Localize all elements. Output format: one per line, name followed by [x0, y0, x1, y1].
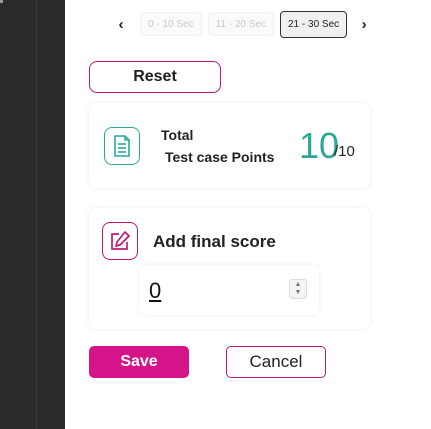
total-score-max: /10: [334, 143, 355, 160]
save-button[interactable]: Save: [89, 346, 189, 378]
prev-arrow-icon[interactable]: ‹: [110, 12, 132, 36]
time-filter-bar: ‹ 0 - 10 Sec 11 - 20 Sec 21 - 30 Sec ›: [110, 10, 375, 38]
segment-11-20-sec[interactable]: 11 - 20 Sec: [207, 12, 274, 36]
add-final-score-label: Add final score: [153, 232, 276, 251]
sidebar-corner-mark: [0, 0, 3, 3]
total-points-card: Total Test case Points 10 /10: [89, 103, 370, 188]
edit-icon: [102, 222, 138, 260]
document-icon: [104, 127, 140, 165]
reset-button[interactable]: Reset: [89, 61, 221, 93]
segment-0-10-sec[interactable]: 0 - 10 Sec: [140, 12, 202, 36]
stepper-down-icon[interactable]: ▼: [295, 289, 302, 297]
cancel-button[interactable]: Cancel: [226, 346, 326, 378]
next-arrow-icon[interactable]: ›: [353, 12, 375, 36]
sidebar: [0, 0, 65, 429]
segment-21-30-sec[interactable]: 21 - 30 Sec: [280, 10, 348, 38]
final-score-input[interactable]: [149, 277, 279, 305]
final-score-input-container: ▲ ▼: [139, 265, 319, 315]
test-case-points-label: Test case Points: [165, 149, 275, 165]
final-score-card: Add final score ▲ ▼: [89, 208, 370, 329]
sidebar-divider: [36, 0, 37, 429]
stepper-up-icon[interactable]: ▲: [295, 281, 302, 289]
total-label: Total: [161, 127, 194, 143]
number-stepper[interactable]: ▲ ▼: [289, 279, 307, 299]
